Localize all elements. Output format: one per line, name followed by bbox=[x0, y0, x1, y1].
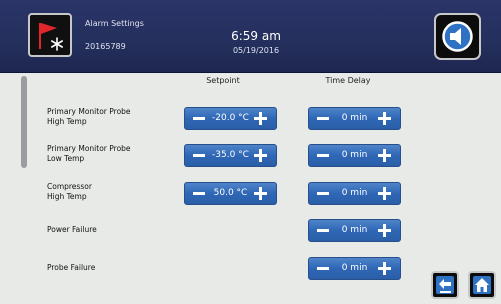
delay-value[interactable]: 0 min bbox=[335, 258, 374, 279]
row-label-compressor-high: Compressor High Temp bbox=[47, 182, 92, 201]
delay-value[interactable]: 0 min bbox=[335, 183, 374, 204]
device-serial: 20165789 bbox=[85, 42, 126, 51]
delay-value[interactable]: 0 min bbox=[335, 108, 374, 129]
clock-date: 05/19/2016 bbox=[232, 46, 280, 55]
home-icon bbox=[473, 276, 491, 294]
row-label-primary-low: Primary Monitor Probe Low Temp bbox=[47, 144, 131, 163]
delay-stepper-compressor-high[interactable]: 0 min bbox=[308, 182, 401, 205]
delay-value[interactable]: 0 min bbox=[335, 220, 374, 241]
setpoint-value[interactable]: 50.0 °C bbox=[211, 183, 250, 204]
page-title: Alarm Settings bbox=[85, 19, 144, 28]
alarm-flag-snowflake-icon bbox=[39, 23, 64, 51]
delay-stepper-probe-failure[interactable]: 0 min bbox=[308, 257, 401, 280]
plus-icon[interactable] bbox=[372, 108, 396, 129]
minus-icon[interactable] bbox=[189, 108, 213, 129]
minus-icon[interactable] bbox=[313, 183, 337, 204]
minus-icon[interactable] bbox=[189, 145, 213, 166]
speaker-icon bbox=[442, 21, 473, 52]
row-label-primary-high: Primary Monitor Probe High Temp bbox=[47, 107, 131, 126]
delay-value[interactable]: 0 min bbox=[335, 145, 374, 166]
setpoint-value[interactable]: -20.0 °C bbox=[211, 108, 250, 129]
time-delay-column-header: Time Delay bbox=[325, 76, 371, 85]
plus-icon[interactable] bbox=[372, 183, 396, 204]
scrollbar[interactable] bbox=[21, 76, 27, 168]
plus-icon[interactable] bbox=[372, 258, 396, 279]
header-bar: Alarm Settings 20165789 6:59 am 05/19/20… bbox=[0, 0, 501, 73]
setpoint-stepper-compressor-high[interactable]: 50.0 °C bbox=[184, 182, 277, 205]
home-button[interactable] bbox=[468, 271, 496, 299]
back-arrow-icon bbox=[436, 276, 454, 294]
plus-icon[interactable] bbox=[372, 145, 396, 166]
minus-icon[interactable] bbox=[313, 145, 337, 166]
plus-icon[interactable] bbox=[372, 220, 396, 241]
plus-icon[interactable] bbox=[248, 183, 272, 204]
plus-icon[interactable] bbox=[248, 145, 272, 166]
mute-button[interactable] bbox=[434, 13, 481, 60]
minus-icon[interactable] bbox=[189, 183, 213, 204]
minus-icon[interactable] bbox=[313, 108, 337, 129]
setpoint-stepper-primary-low[interactable]: -35.0 °C bbox=[184, 144, 277, 167]
row-label-probe-failure: Probe Failure bbox=[47, 263, 96, 272]
minus-icon[interactable] bbox=[313, 220, 337, 241]
delay-stepper-power-failure[interactable]: 0 min bbox=[308, 219, 401, 242]
row-label-power-failure: Power Failure bbox=[47, 225, 97, 234]
setpoint-stepper-primary-high[interactable]: -20.0 °C bbox=[184, 107, 277, 130]
minus-icon[interactable] bbox=[313, 258, 337, 279]
alarm-settings-logo bbox=[28, 13, 72, 57]
clock-time: 6:59 am bbox=[231, 29, 281, 43]
plus-icon[interactable] bbox=[248, 108, 272, 129]
back-button[interactable] bbox=[431, 271, 459, 299]
setpoint-column-header: Setpoint bbox=[206, 76, 240, 85]
delay-stepper-primary-high[interactable]: 0 min bbox=[308, 107, 401, 130]
delay-stepper-primary-low[interactable]: 0 min bbox=[308, 144, 401, 167]
setpoint-value[interactable]: -35.0 °C bbox=[211, 145, 250, 166]
